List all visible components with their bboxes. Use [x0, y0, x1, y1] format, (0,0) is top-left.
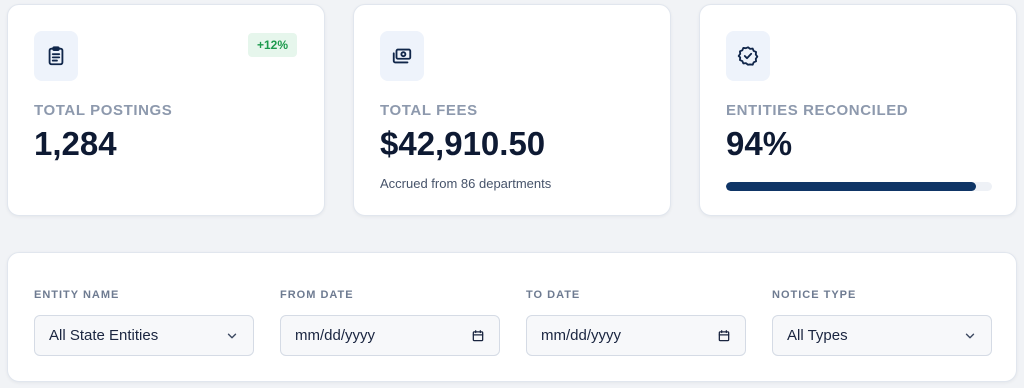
to-date-input[interactable]: mm/dd/yyyy	[526, 315, 746, 356]
reconciled-progress-fill	[726, 182, 977, 191]
from-date-filter: FROM DATE mm/dd/yyyy	[280, 289, 500, 356]
notice-type-filter: NOTICE TYPE All Types	[772, 289, 992, 356]
entities-reconciled-label: ENTITIES RECONCILED	[726, 102, 909, 119]
to-date-filter: TO DATE mm/dd/yyyy	[526, 289, 746, 356]
total-postings-card: +12% TOTAL POSTINGS 1,284	[7, 4, 325, 216]
reconciled-progress-bar	[726, 182, 992, 191]
from-date-label: FROM DATE	[280, 289, 354, 301]
calendar-icon[interactable]	[717, 329, 731, 343]
total-fees-card: TOTAL FEES $42,910.50 Accrued from 86 de…	[353, 4, 671, 216]
entity-name-label: ENTITY NAME	[34, 289, 120, 301]
from-date-input[interactable]: mm/dd/yyyy	[280, 315, 500, 356]
notice-type-value: All Types	[787, 327, 848, 344]
chevron-down-icon	[965, 333, 975, 338]
to-date-placeholder: mm/dd/yyyy	[541, 327, 622, 344]
calendar-icon[interactable]	[471, 329, 485, 343]
entities-reconciled-value: 94%	[726, 125, 793, 162]
from-date-placeholder: mm/dd/yyyy	[295, 327, 376, 344]
notice-type-label: NOTICE TYPE	[772, 289, 857, 301]
total-fees-label: TOTAL FEES	[380, 102, 478, 119]
entity-name-select[interactable]: All State Entities	[34, 315, 254, 356]
chevron-down-icon	[227, 333, 237, 338]
total-postings-value: 1,284	[34, 125, 117, 162]
notice-type-select[interactable]: All Types	[772, 315, 992, 356]
total-fees-value: $42,910.50	[380, 125, 546, 162]
money-icon	[380, 31, 424, 81]
entities-reconciled-card: ENTITIES RECONCILED 94%	[699, 4, 1017, 216]
total-postings-label: TOTAL POSTINGS	[34, 102, 173, 119]
growth-badge: +12%	[247, 33, 297, 57]
to-date-label: TO DATE	[526, 289, 581, 301]
filters-panel: ENTITY NAME All State Entities FROM DATE…	[7, 252, 1017, 382]
entity-name-filter: ENTITY NAME All State Entities	[34, 289, 254, 356]
clipboard-icon	[34, 31, 78, 81]
entity-name-value: All State Entities	[49, 327, 159, 344]
total-fees-subtext: Accrued from 86 departments	[380, 176, 552, 191]
badge-check-icon	[726, 31, 770, 81]
